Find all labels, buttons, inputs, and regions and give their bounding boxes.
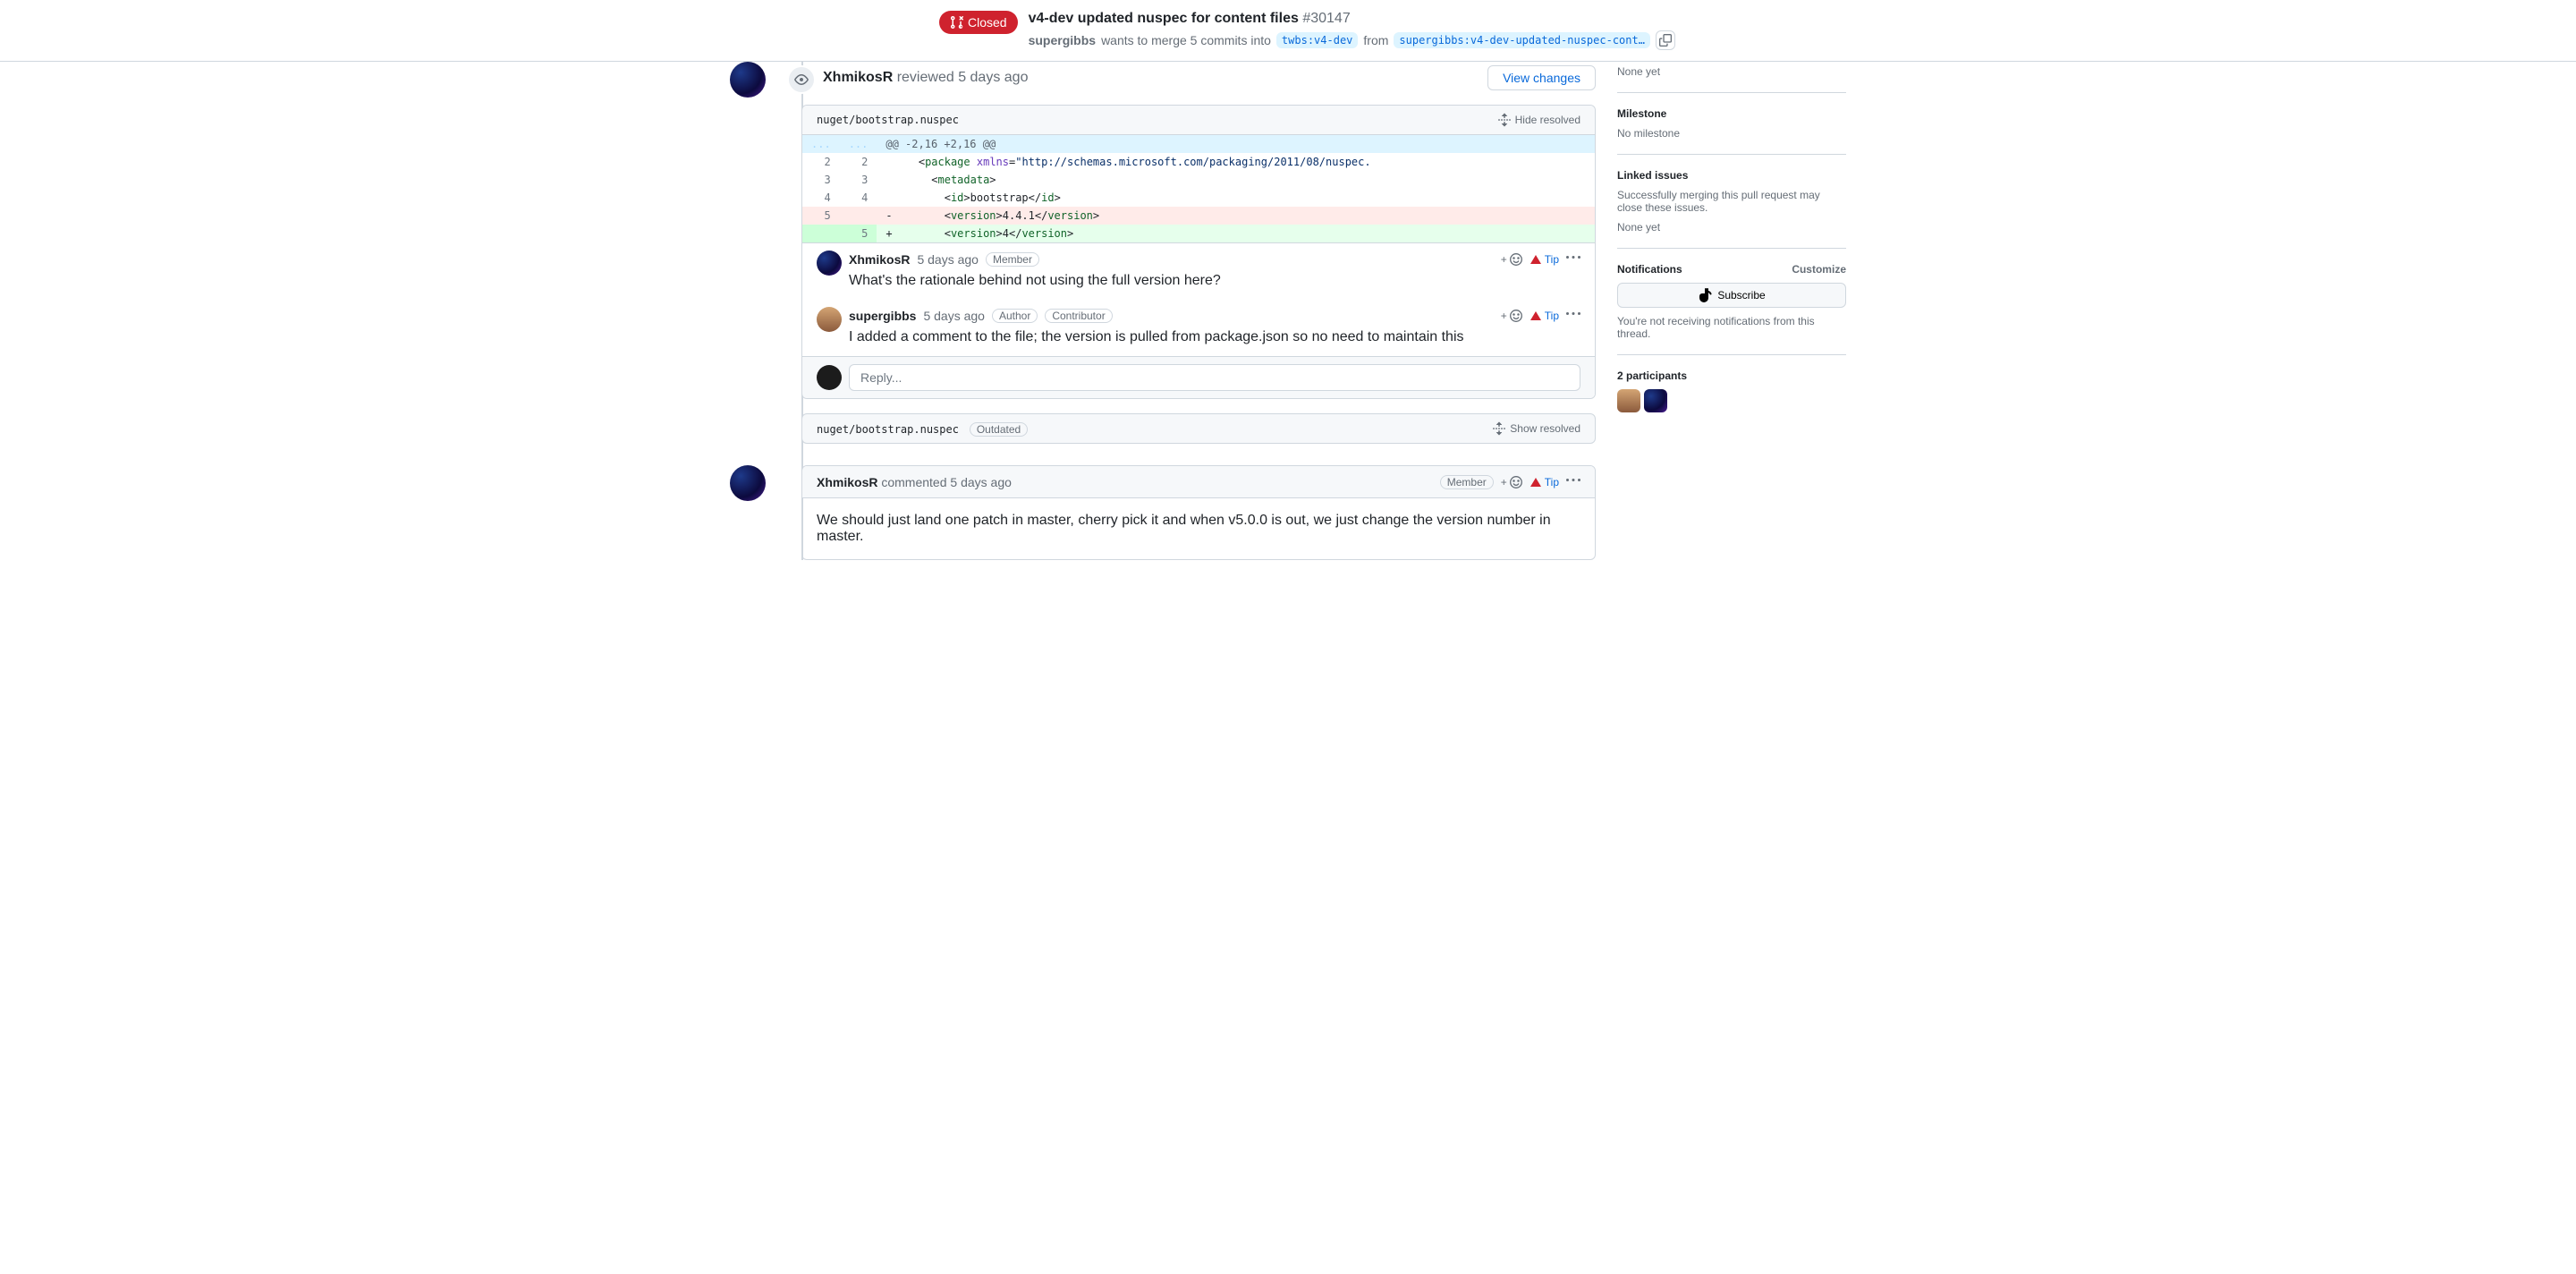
show-resolved-toggle[interactable]: Show resolved [1492,421,1580,436]
review-comment: supergibbs 5 days ago Author Contributor… [802,300,1595,356]
role-label: Author [992,309,1038,323]
file-path[interactable]: nuget/bootstrap.nuspec [817,114,959,126]
smiley-icon [1509,309,1523,323]
kebab-icon [1566,307,1580,321]
comment-user-link[interactable]: supergibbs [849,309,916,323]
diff-line: 33 <metadata> [802,171,1595,189]
comment-body: We should just land one patch in master,… [802,498,1595,559]
clipboard-icon [1659,34,1672,47]
avatar[interactable] [817,365,842,390]
comment-menu-button[interactable] [1566,473,1580,490]
avatar[interactable] [817,251,842,276]
kebab-icon [1566,473,1580,488]
view-changes-button[interactable]: View changes [1487,65,1596,90]
sidebar-milestone: Milestone No milestone [1617,93,1846,155]
smiley-icon [1509,475,1523,489]
sidebar-section-title: 2 participants [1617,369,1846,382]
tip-button[interactable]: Tip [1530,253,1559,266]
base-branch[interactable]: twbs:v4-dev [1276,32,1358,48]
outdated-label: Outdated [970,422,1028,437]
tip-button[interactable]: Tip [1530,310,1559,322]
diff-line: 22 <package xmlns="http://schemas.micros… [802,153,1595,171]
customize-link[interactable]: Customize [1792,263,1846,276]
sidebar-participants: 2 participants [1617,355,1846,427]
pr-meta: supergibbs wants to merge 5 commits into… [1029,30,1675,50]
add-reaction-button[interactable]: + [1501,475,1523,489]
diff-hunk-header: ...... @@ -2,16 +2,16 @@ [802,135,1595,153]
diff-line-added: 5+ <version>4</version> [802,225,1595,242]
tip-button[interactable]: Tip [1530,476,1559,488]
head-branch[interactable]: supergibbs:v4-dev-updated-nuspec-cont… [1394,32,1650,48]
reply-input[interactable] [849,364,1580,391]
participant-avatar[interactable] [1617,389,1640,412]
smiley-icon [1509,252,1523,267]
sidebar-text: None yet [1617,65,1846,93]
timeline-comment: XhmikosR commented 5 days ago Member + T… [801,465,1596,560]
unfold-icon [1492,421,1506,436]
git-pull-request-closed-icon [950,15,964,30]
comment-body: I added a comment to the file; the versi… [849,327,1580,352]
diff-line-deleted: 5- <version>4.4.1</version> [802,207,1595,225]
unfold-icon [1497,113,1512,127]
pr-header: Closed v4-dev updated nuspec for content… [0,0,2576,62]
diff-table: ...... @@ -2,16 +2,16 @@ 22 <package xml… [802,135,1595,242]
pr-author-link[interactable]: supergibbs [1029,33,1096,47]
resolved-file-box: nuget/bootstrap.nuspec Outdated Show res… [801,413,1596,444]
comment-user-link[interactable]: XhmikosR [817,475,877,489]
role-label: Member [986,252,1039,267]
subscribe-button[interactable]: Subscribe [1617,283,1846,308]
tip-icon [1530,311,1541,320]
participant-avatar[interactable] [1644,389,1667,412]
review-event: XhmikosR reviewed 5 days ago View change… [801,62,1596,444]
sidebar-section-title[interactable]: Milestone [1617,107,1846,120]
hide-resolved-toggle[interactable]: Hide resolved [1497,113,1580,127]
megaphone-icon [1698,288,1712,302]
copy-branch-button[interactable] [1656,30,1675,50]
review-user-link[interactable]: XhmikosR [823,70,893,85]
tip-icon [1530,478,1541,487]
comment-user-link[interactable]: XhmikosR [849,252,910,267]
add-reaction-button[interactable]: + [1501,252,1523,267]
role-label: Contributor [1045,309,1112,323]
role-label: Member [1440,475,1494,489]
sidebar-notifications: Notifications Customize Subscribe You're… [1617,249,1846,355]
review-comment-thread: XhmikosR 5 days ago Member + Tip What [802,242,1595,356]
review-comment: XhmikosR 5 days ago Member + Tip What [802,243,1595,300]
pr-state-badge: Closed [939,11,1018,34]
avatar[interactable] [730,465,766,501]
tip-icon [1530,255,1541,264]
kebab-icon [1566,251,1580,265]
reply-row [802,356,1595,398]
file-path[interactable]: nuget/bootstrap.nuspec [817,423,959,436]
file-header: nuget/bootstrap.nuspec Hide resolved [802,106,1595,135]
sidebar-linked-issues: Linked issues Successfully merging this … [1617,155,1846,249]
pr-title: v4-dev updated nuspec for content files … [1029,11,1675,27]
comment-time[interactable]: 5 days ago [917,252,979,267]
review-badge [787,65,816,94]
comment-time[interactable]: 5 days ago [923,309,985,323]
pr-state-text: Closed [968,15,1007,30]
add-reaction-button[interactable]: + [1501,309,1523,323]
avatar[interactable] [817,307,842,332]
sidebar-section-title: Notifications [1617,263,1682,276]
comment-menu-button[interactable] [1566,251,1580,268]
comment-body: What's the rationale behind not using th… [849,271,1580,296]
sidebar: None yet Milestone No milestone Linked i… [1617,62,1846,560]
eye-icon [794,72,809,87]
avatar[interactable] [730,62,766,98]
sidebar-section-title[interactable]: Linked issues [1617,169,1846,182]
comment-menu-button[interactable] [1566,307,1580,324]
diff-line: 44 <id>bootstrap</id> [802,189,1595,207]
